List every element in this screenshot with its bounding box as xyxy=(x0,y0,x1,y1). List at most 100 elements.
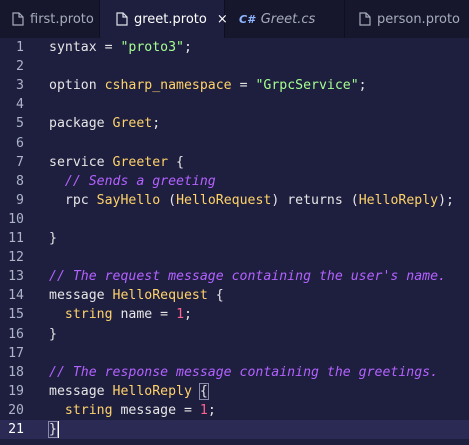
line-number: 10 xyxy=(8,211,24,227)
code-text: string name = 1; xyxy=(49,305,192,324)
line-number: 2 xyxy=(16,59,24,75)
code-token: 1 xyxy=(176,307,185,323)
code-text: service Greeter { xyxy=(49,153,184,172)
code-token: HelloReply xyxy=(112,383,192,399)
code-line[interactable]: 17 xyxy=(0,344,469,363)
code-token: option xyxy=(49,78,105,94)
text-cursor xyxy=(57,420,59,438)
code-token: service xyxy=(49,154,113,170)
code-line[interactable]: 9 rpc SayHello (HelloRequest) returns (H… xyxy=(0,191,469,210)
code-line[interactable]: 20 string message = 1; xyxy=(0,401,469,420)
code-text: } xyxy=(48,420,59,439)
line-number: 4 xyxy=(16,97,24,113)
tab-label: Greet.cs xyxy=(260,11,316,27)
code-token: // Sends a greeting xyxy=(64,173,216,189)
line-number: 21 xyxy=(8,422,24,437)
code-token: ); xyxy=(438,192,454,208)
code-text: option csharp_namespace = "GrpcService"; xyxy=(49,76,367,95)
tab-greet-cs[interactable]: C# Greet.cs xyxy=(225,0,345,38)
tab-label: first.proto xyxy=(30,11,94,27)
code-token: } xyxy=(49,231,57,246)
tab-greet-proto[interactable]: greet.proto × xyxy=(100,0,228,38)
code-text: // The request message containing the us… xyxy=(49,267,446,286)
code-token: SayHello xyxy=(96,192,161,208)
code-token: } xyxy=(49,326,57,342)
code-token: ; xyxy=(184,307,192,323)
line-number: 14 xyxy=(8,288,24,304)
code-token: rpc xyxy=(49,192,97,208)
tab-label: greet.proto xyxy=(134,11,207,27)
code-text: } xyxy=(49,325,57,344)
matched-bracket: { xyxy=(198,382,209,400)
code-text: rpc SayHello (HelloRequest) returns (Hel… xyxy=(49,191,454,210)
code-token: Greeter xyxy=(112,154,169,170)
code-line[interactable]: 21} xyxy=(0,420,469,439)
code-token: name = xyxy=(112,307,177,323)
code-line[interactable]: 12 xyxy=(0,248,469,267)
code-text: syntax = "proto3"; xyxy=(49,38,192,57)
line-number: 8 xyxy=(16,173,24,189)
code-line[interactable]: 4 xyxy=(0,95,469,114)
code-token: { xyxy=(207,288,224,304)
code-token: package xyxy=(49,116,113,132)
code-text: string message = 1; xyxy=(49,401,216,420)
code-line[interactable]: 3 option csharp_namespace = "GrpcService"… xyxy=(0,76,469,95)
code-token: ; xyxy=(207,402,216,418)
code-token: 1 xyxy=(199,402,208,418)
code-line[interactable]: 14 message HelloRequest { xyxy=(0,286,469,305)
code-token: Greet xyxy=(112,116,153,132)
code-line[interactable]: 11} xyxy=(0,229,469,248)
line-number: 12 xyxy=(8,250,24,266)
code-text: package Greet; xyxy=(49,114,160,133)
tab-person-proto[interactable]: person.proto xyxy=(345,0,469,38)
code-token: message xyxy=(49,383,113,399)
code-token: string xyxy=(64,307,113,323)
line-number: 16 xyxy=(8,326,24,342)
code-token: // The request message containing the us… xyxy=(49,269,446,285)
code-token: ( xyxy=(160,192,177,208)
line-number: 13 xyxy=(8,269,24,285)
code-token: = xyxy=(231,78,256,94)
line-number: 17 xyxy=(8,345,24,361)
line-number: 11 xyxy=(8,231,24,246)
code-line[interactable]: 16} xyxy=(0,325,469,344)
code-line[interactable]: 7 service Greeter { xyxy=(0,153,469,172)
code-line[interactable]: 18 // The response message containing the… xyxy=(0,363,469,382)
file-icon xyxy=(116,12,128,26)
code-line[interactable]: 5 package Greet; xyxy=(0,114,469,133)
code-token: HelloRequest xyxy=(112,288,208,304)
line-number: 6 xyxy=(16,135,24,151)
code-line[interactable]: 2 xyxy=(0,57,469,76)
code-line[interactable]: 1 syntax = "proto3"; xyxy=(0,38,469,57)
code-line[interactable]: 13 // The request message containing the … xyxy=(0,267,469,286)
code-token: ; xyxy=(152,116,161,132)
tab-first-proto[interactable]: first.proto xyxy=(0,0,100,38)
code-text: // The response message containing the g… xyxy=(49,363,438,382)
file-icon xyxy=(359,12,371,26)
code-editor[interactable]: 1 syntax = "proto3"; 2 3 option csharp_names… xyxy=(0,38,469,445)
code-token: string xyxy=(64,402,113,418)
code-line[interactable]: 8 // Sends a greeting xyxy=(0,172,469,191)
csharp-icon: C# xyxy=(239,12,255,26)
code-line[interactable]: 6 xyxy=(0,134,469,153)
code-line[interactable]: 19 message HelloReply { xyxy=(0,382,469,401)
code-text: } xyxy=(49,229,57,248)
line-number: 19 xyxy=(8,383,24,399)
line-number: 1 xyxy=(16,40,24,55)
line-number: 3 xyxy=(16,78,24,94)
code-token: csharp_namespace xyxy=(104,78,232,94)
line-number: 20 xyxy=(8,402,24,418)
code-token: HelloRequest xyxy=(176,192,272,208)
code-token: "GrpcService" xyxy=(255,78,359,94)
code-token: "proto3" xyxy=(120,40,184,55)
code-line[interactable]: 10 xyxy=(0,210,469,229)
line-number: 18 xyxy=(8,364,24,380)
code-token: ; xyxy=(358,78,367,94)
line-number: 9 xyxy=(16,192,24,208)
matched-bracket: } xyxy=(48,421,58,438)
code-line[interactable]: 15 string name = 1; xyxy=(0,305,469,324)
code-token: message = xyxy=(112,402,200,418)
